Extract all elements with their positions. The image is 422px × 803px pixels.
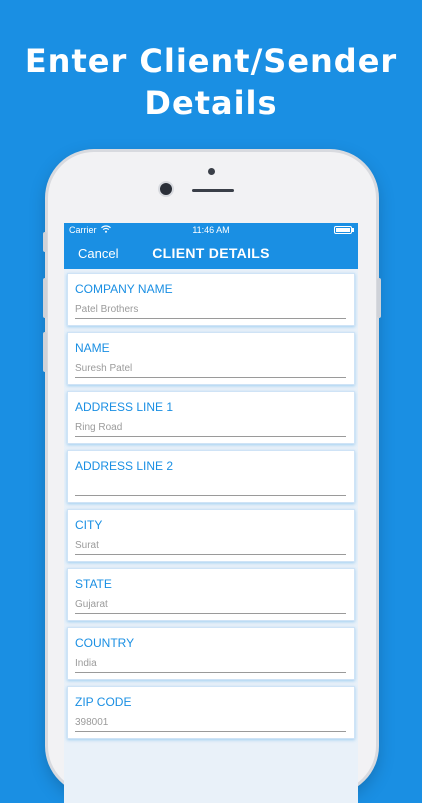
proximity-sensor [208,168,215,175]
state-field[interactable] [75,596,346,614]
address-line-1-label: ADDRESS LINE 1 [75,400,174,414]
address-line-2-label: ADDRESS LINE 2 [75,459,174,473]
state-card: STATE [67,568,355,621]
headline-line-1: Enter Client/Sender [24,42,398,80]
address-line-1-card: ADDRESS LINE 1 [67,391,355,444]
status-time: 11:46 AM [192,225,230,235]
volume-up-button [43,278,47,318]
zip-code-card: ZIP CODE [67,686,355,739]
volume-down-button [43,332,47,372]
address-line-1-field[interactable] [75,419,346,437]
name-label: NAME [75,341,110,355]
zip-code-label: ZIP CODE [75,695,132,709]
status-bar: Carrier 11:46 AM [64,223,358,238]
nav-bar: Cancel CLIENT DETAILS [64,238,358,269]
battery-icon [334,226,354,234]
address-line-2-card: ADDRESS LINE 2 [67,450,355,503]
city-label: CITY [75,518,103,532]
front-camera [160,183,172,195]
headline: Enter Client/Sender Details [0,40,422,124]
state-label: STATE [75,577,112,591]
name-card: NAME [67,332,355,385]
phone-frame: Carrier 11:46 AM Cancel CLIENT DETAILS C… [43,152,381,803]
phone-screen: Carrier 11:46 AM Cancel CLIENT DETAILS C… [64,223,358,803]
zip-code-field[interactable] [75,714,346,732]
earpiece-speaker [192,189,234,192]
headline-line-2: Details [144,84,278,122]
mute-switch [43,232,47,252]
country-label: COUNTRY [75,636,135,650]
city-card: CITY [67,509,355,562]
address-line-2-field[interactable] [75,478,346,496]
page-title: CLIENT DETAILS [152,245,270,261]
company-name-label: COMPANY NAME [75,282,173,296]
company-name-field[interactable] [75,301,346,319]
city-field[interactable] [75,537,346,555]
name-field[interactable] [75,360,346,378]
power-button [377,278,381,318]
country-card: COUNTRY [67,627,355,680]
company-name-card: COMPANY NAME [67,273,355,326]
country-field[interactable] [75,655,346,673]
